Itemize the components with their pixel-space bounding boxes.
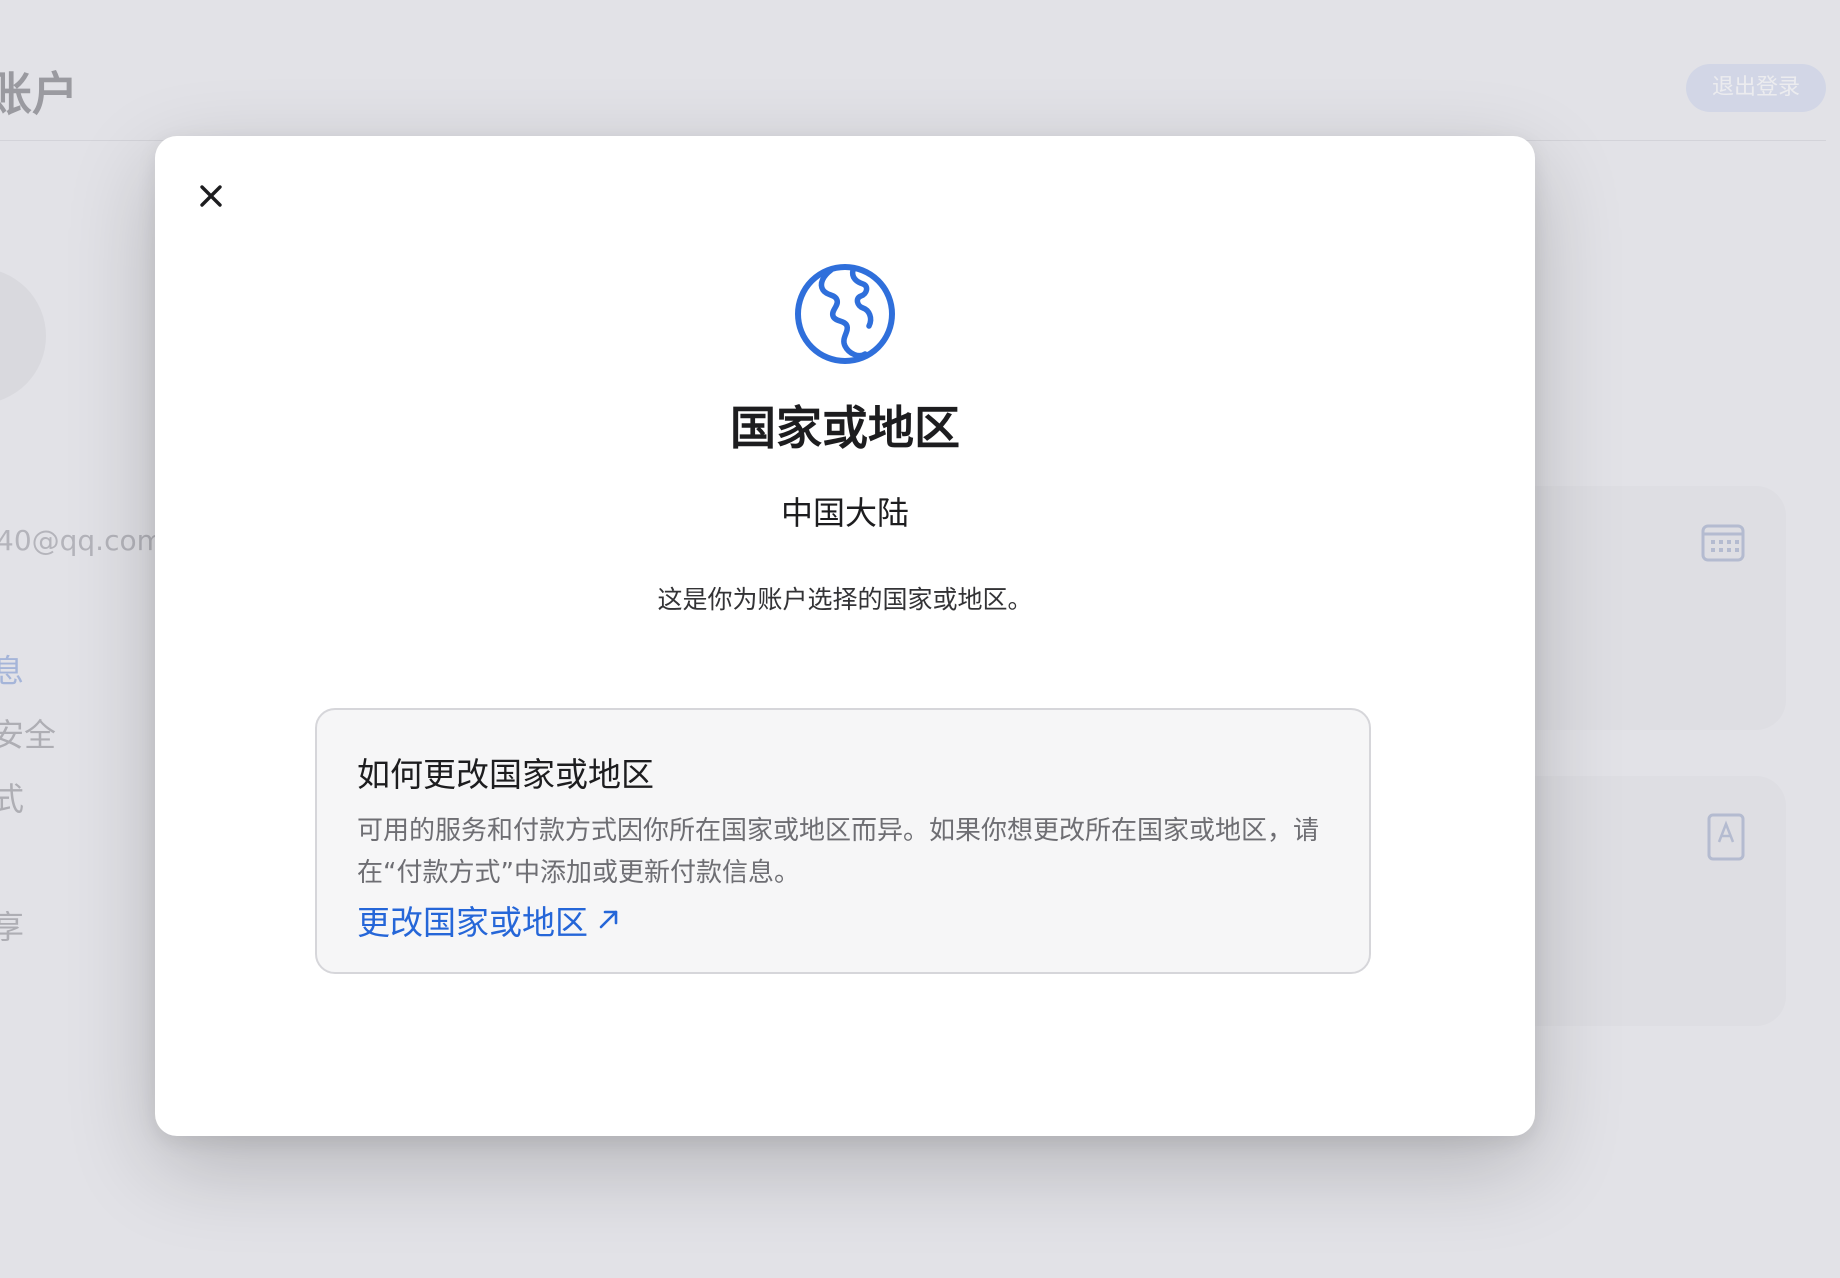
- info-box-title: 如何更改国家或地区: [357, 755, 654, 794]
- change-region-info-box: 如何更改国家或地区 可用的服务和付款方式因你所在国家或地区而异。如果你想更改所在…: [315, 708, 1371, 974]
- close-button[interactable]: [191, 178, 231, 218]
- app-page: 账户 退出登录 40@qq.com 息 安全 式 享 国家或地区 中国大陆 这是…: [0, 0, 1840, 1278]
- dialog-description: 这是你为账户选择的国家或地区。: [657, 585, 1033, 614]
- info-box-body: 可用的服务和付款方式因你所在国家或地区而异。如果你想更改所在国家或地区，请在“付…: [357, 816, 1320, 888]
- country-region-dialog: 国家或地区 中国大陆 这是你为账户选择的国家或地区。 如何更改国家或地区 可用的…: [155, 136, 1535, 1136]
- globe-icon: [793, 262, 897, 366]
- selected-region: 中国大陆: [780, 494, 909, 532]
- dialog-title: 国家或地区: [730, 401, 960, 455]
- external-arrow-icon: [596, 901, 622, 940]
- close-icon: [198, 183, 224, 213]
- change-region-link-label: 更改国家或地区: [357, 903, 588, 942]
- change-region-link[interactable]: 更改国家或地区: [357, 896, 622, 944]
